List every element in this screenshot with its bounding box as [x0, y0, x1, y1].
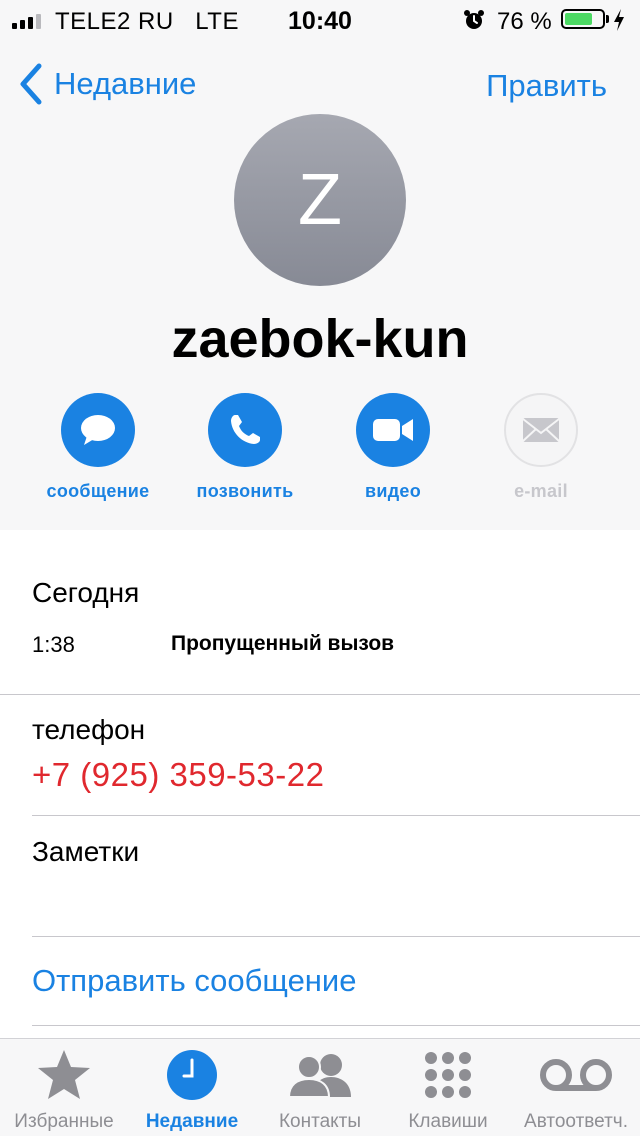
- back-button[interactable]: Недавние: [18, 62, 196, 106]
- tab-favorites[interactable]: Избранные: [0, 1039, 128, 1137]
- tab-label: Контакты: [278, 1111, 362, 1132]
- battery-percentage: 76 %: [497, 8, 552, 35]
- battery-icon: [561, 9, 605, 29]
- tab-label: Автоответч.: [524, 1111, 628, 1132]
- tab-label: Недавние: [145, 1111, 239, 1132]
- video-camera-icon: [373, 419, 413, 441]
- message-action-circle: [61, 393, 135, 467]
- battery-level-fill: [565, 13, 592, 25]
- email-action-button[interactable]: e-mail: [467, 393, 615, 502]
- tab-label: Избранные: [14, 1111, 114, 1132]
- phone-icon: [231, 415, 260, 444]
- divider: [32, 1025, 640, 1026]
- phone-number-link[interactable]: +7 (925) 359-53-22: [32, 756, 324, 794]
- call-action-label: позвонить: [196, 481, 294, 501]
- recents-heading: Сегодня: [32, 577, 140, 608]
- call-action-button[interactable]: позвонить: [171, 393, 319, 502]
- divider: [0, 694, 640, 695]
- message-action-button[interactable]: сообщение: [24, 393, 172, 502]
- phone-label: телефон: [32, 714, 146, 745]
- message-bubble-icon: [81, 415, 115, 445]
- notes-field[interactable]: Заметки: [32, 836, 139, 868]
- contact-actions: сообщение позвонить видео e-mail: [0, 393, 640, 513]
- email-action-label: e-mail: [514, 481, 568, 501]
- avatar: Z: [234, 114, 406, 286]
- keypad-icon: [425, 1052, 471, 1098]
- video-action-button[interactable]: видео: [319, 393, 467, 502]
- message-action-label: сообщение: [46, 481, 150, 501]
- contact-header: Недавние Править Z zaebok-kun сообщение …: [0, 40, 640, 530]
- contact-name: zaebok-kun: [171, 309, 469, 369]
- voicemail-icon: [540, 1059, 612, 1091]
- tab-keypad[interactable]: Клавиши: [384, 1039, 512, 1137]
- call-type: Пропущенный вызов: [171, 632, 395, 655]
- envelope-icon: [522, 418, 560, 442]
- call-action-circle: [208, 393, 282, 467]
- tab-voicemail[interactable]: Автоответч.: [512, 1039, 640, 1137]
- charging-bolt-icon: [614, 9, 624, 31]
- clock-icon: [167, 1050, 217, 1100]
- video-action-circle: [356, 393, 430, 467]
- tab-bar: Избранные Недавние Контакты Клавиши Авто…: [0, 1038, 640, 1136]
- divider: [32, 815, 640, 816]
- divider: [32, 936, 640, 937]
- battery-cap: [606, 15, 609, 23]
- send-message-button[interactable]: Отправить сообщение: [32, 963, 357, 999]
- contacts-icon: [287, 1054, 351, 1098]
- back-button-label: Недавние: [54, 66, 197, 101]
- email-action-circle: [504, 393, 578, 467]
- video-action-label: видео: [364, 481, 422, 501]
- chevron-left-icon: [20, 63, 42, 105]
- tab-label: Клавиши: [408, 1111, 488, 1132]
- star-icon: [38, 1050, 90, 1099]
- status-bar: TELE2 RU LTE 10:40 76 %: [0, 0, 640, 40]
- call-time: 1:38: [32, 632, 75, 657]
- alarm-clock-icon: [464, 10, 484, 29]
- tab-contacts[interactable]: Контакты: [256, 1039, 384, 1137]
- edit-button[interactable]: Править: [486, 68, 607, 104]
- tab-recents[interactable]: Недавние: [128, 1039, 256, 1137]
